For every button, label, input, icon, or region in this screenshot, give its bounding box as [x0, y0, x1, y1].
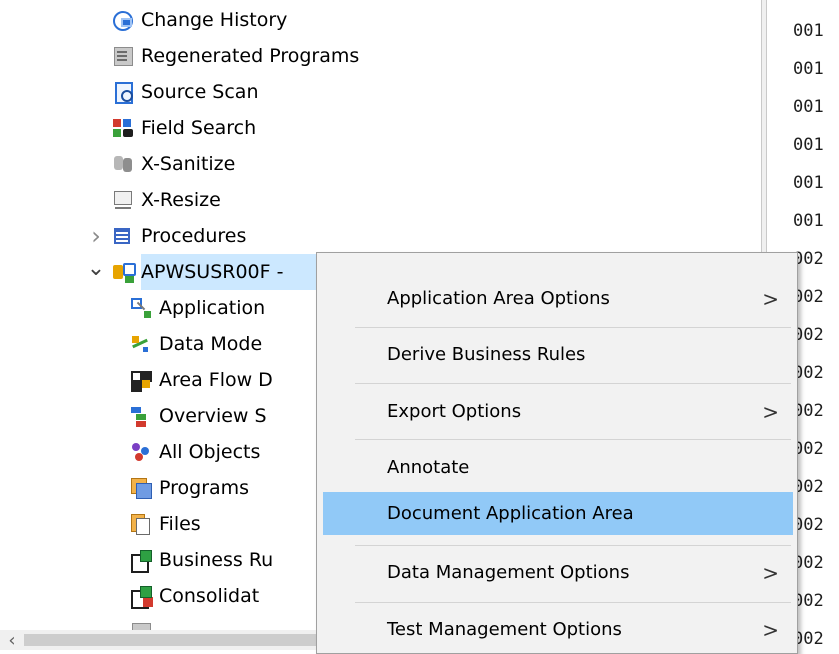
- line-number: 001: [793, 21, 824, 41]
- tree-item-label: Files: [159, 513, 201, 535]
- overview-icon: [130, 405, 152, 427]
- files-icon: [130, 513, 152, 535]
- tree-item-field-search[interactable]: Field Search: [112, 110, 256, 146]
- tree-item-label: Area Flow D: [159, 369, 273, 391]
- change-history-icon: [112, 9, 134, 31]
- tree-item-label: Consolidat: [159, 585, 260, 607]
- tree-item-area-flow[interactable]: Area Flow D: [130, 362, 273, 398]
- submenu-arrow-icon: >: [762, 617, 779, 642]
- tree-item-regenerated-programs[interactable]: Regenerated Programs: [112, 38, 359, 74]
- tree-item-label: Overview S: [159, 405, 267, 427]
- data-model-icon: [130, 333, 152, 355]
- source-scan-icon: [112, 81, 134, 104]
- tree-item-label: Business Ru: [159, 549, 274, 571]
- menu-item-label: Derive Business Rules: [387, 344, 586, 365]
- tree-item-label: Procedures: [141, 225, 247, 247]
- menu-item-document-application-area[interactable]: Document Application Area: [323, 492, 793, 535]
- tree-item-label: Regenerated Programs: [141, 45, 360, 67]
- tree-item-overview[interactable]: Overview S: [130, 398, 267, 434]
- tree-item-source[interactable]: [130, 614, 159, 630]
- menu-item-annotate[interactable]: Annotate: [323, 446, 793, 489]
- menu-item-derive-business-rules[interactable]: Derive Business Rules: [323, 333, 793, 376]
- menu-item-label: Document Application Area: [387, 503, 634, 524]
- tree-item-x-resize[interactable]: X-Resize: [112, 182, 221, 218]
- menu-item-label: Data Management Options: [387, 562, 630, 583]
- tree-item-x-sanitize[interactable]: X-Sanitize: [112, 146, 235, 182]
- tree-item-label: Programs: [159, 477, 250, 499]
- programs-icon: [130, 477, 152, 499]
- menu-separator: [355, 439, 791, 440]
- tree-item-procedures[interactable]: › Procedures: [86, 218, 246, 254]
- menu-item-export-options[interactable]: Export Options >: [323, 390, 793, 433]
- context-menu: Application Area Options > Derive Busine…: [316, 252, 798, 654]
- menu-item-application-area-options[interactable]: Application Area Options >: [323, 277, 793, 320]
- tree-item-business-rules[interactable]: Business Ru: [130, 542, 273, 578]
- tree-item-all-objects[interactable]: All Objects: [130, 434, 260, 470]
- tree-item-label: X-Resize: [141, 189, 221, 211]
- x-resize-icon: [112, 189, 134, 211]
- tree-item-programs[interactable]: Programs: [130, 470, 249, 506]
- menu-item-test-management-options[interactable]: Test Management Options >: [323, 608, 793, 651]
- tree-item-label: Data Mode: [159, 333, 263, 355]
- tree-item-change-history[interactable]: Change History: [112, 2, 287, 38]
- source-icon: [130, 621, 152, 630]
- consolidated-icon: [130, 585, 152, 609]
- tree-item-source-scan[interactable]: Source Scan: [112, 74, 259, 110]
- line-number: 001: [793, 211, 824, 231]
- tree-item-files[interactable]: Files: [130, 506, 201, 542]
- application-area-icon: [112, 261, 136, 283]
- menu-separator: [355, 602, 791, 603]
- tree-item-label: Source Scan: [141, 81, 259, 103]
- tree-item-label: X-Sanitize: [141, 153, 236, 175]
- menu-item-label: Export Options: [387, 401, 522, 422]
- area-flow-icon: [130, 369, 152, 391]
- all-objects-icon: [130, 441, 152, 463]
- line-number: 001: [793, 59, 824, 79]
- submenu-arrow-icon: >: [762, 286, 779, 311]
- tree-item-label: Field Search: [141, 117, 257, 139]
- tree-item-label: All Objects: [159, 441, 261, 463]
- procedures-icon: [112, 225, 134, 247]
- x-sanitize-icon: [112, 153, 134, 175]
- submenu-arrow-icon: >: [762, 560, 779, 585]
- menu-item-data-management-options[interactable]: Data Management Options >: [323, 551, 793, 594]
- line-number: 001: [793, 135, 824, 155]
- chevron-down-icon[interactable]: ⌄: [86, 256, 106, 281]
- menu-separator: [355, 545, 791, 546]
- menu-item-label: Application Area Options: [387, 288, 610, 309]
- tree-item-consolidated[interactable]: Consolidat: [130, 578, 259, 614]
- tree-item-label: Application: [159, 297, 266, 319]
- application-diagram-icon: [130, 297, 152, 319]
- tree-item-application-diagram[interactable]: Application: [130, 290, 265, 326]
- menu-separator: [355, 327, 791, 328]
- business-rules-icon: [130, 549, 152, 573]
- field-search-icon: [112, 117, 134, 139]
- tree-item-data-model[interactable]: Data Mode: [130, 326, 262, 362]
- regenerated-programs-icon: [112, 45, 134, 67]
- submenu-arrow-icon: >: [762, 399, 779, 424]
- chevron-right-icon[interactable]: ›: [86, 222, 106, 250]
- line-number: 001: [793, 97, 824, 117]
- menu-separator: [355, 383, 791, 384]
- scroll-left-icon[interactable]: ‹: [4, 630, 20, 651]
- menu-item-label: Annotate: [387, 457, 470, 478]
- menu-item-label: Test Management Options: [387, 619, 622, 640]
- line-number: 001: [793, 173, 824, 193]
- tree-item-label: Change History: [141, 9, 288, 31]
